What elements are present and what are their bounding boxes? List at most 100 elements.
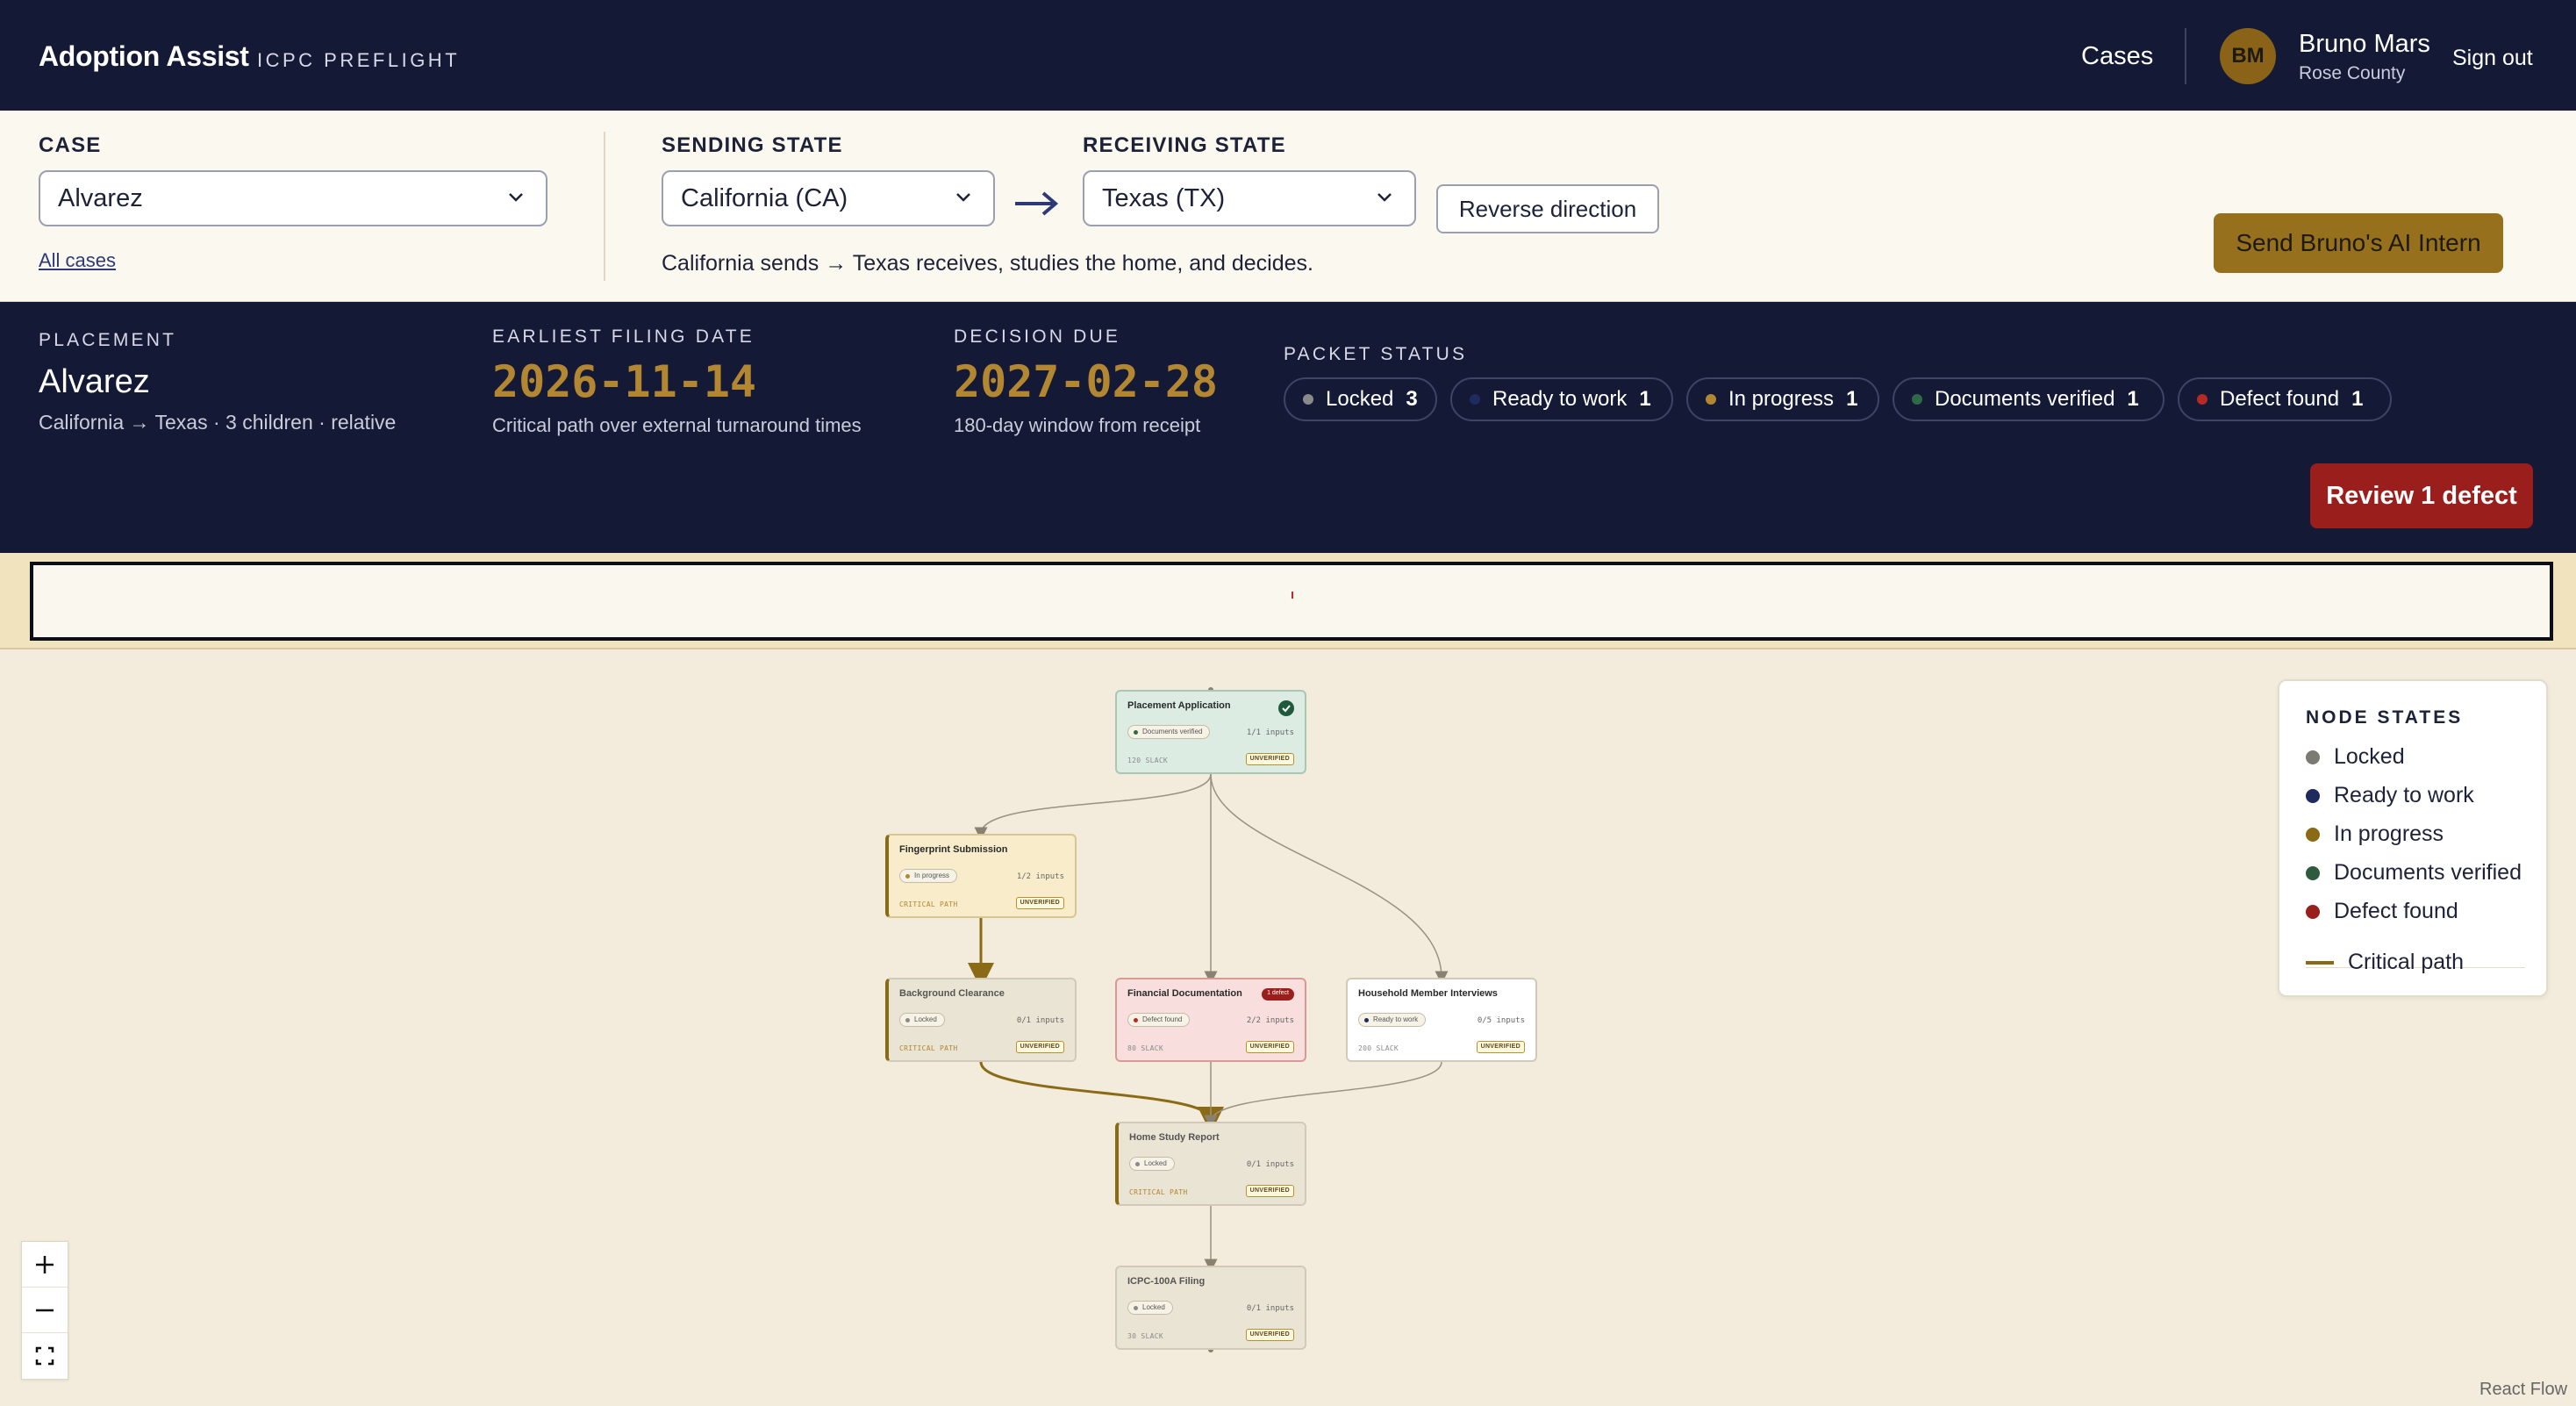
node-fingerprint-submission[interactable]: Fingerprint Submission In progress 1/2 i… bbox=[885, 834, 1077, 918]
sending-state-label: SENDING STATE bbox=[662, 133, 843, 157]
node-state-badge: Locked bbox=[1127, 1301, 1173, 1315]
node-title: Home Study Report bbox=[1129, 1132, 1220, 1143]
direction-description: California sends → Texas receives, studi… bbox=[662, 251, 1313, 276]
chip-count: 1 bbox=[2127, 387, 2139, 411]
placement-summary: PLACEMENT Alvarez California → Texas · 3… bbox=[0, 302, 2576, 553]
chip-count: 1 bbox=[1846, 387, 1858, 411]
edge-background-homestudy bbox=[979, 1061, 1224, 1133]
chip-label: Locked bbox=[1326, 387, 1394, 411]
node-inputs: 0/1 inputs bbox=[1246, 1304, 1294, 1313]
unverified-badge: UNVERIFIED bbox=[1015, 897, 1064, 909]
sign-out-link[interactable]: Sign out bbox=[2452, 46, 2533, 71]
decision-due-note: 180-day window from receipt bbox=[954, 414, 1201, 436]
node-title: ICPC-100A Filing bbox=[1127, 1276, 1206, 1287]
decision-due-label: DECISION DUE bbox=[954, 326, 1121, 347]
defect-count-badge: 1 defect bbox=[1262, 988, 1294, 1001]
node-slack: 80 SLACK bbox=[1127, 1044, 1163, 1052]
zoom-out-button[interactable] bbox=[22, 1288, 68, 1333]
legend-label: Locked bbox=[2334, 744, 2405, 769]
unverified-badge: UNVERIFIED bbox=[1476, 1041, 1525, 1053]
timeline-strip-container bbox=[0, 553, 2576, 649]
chip-count: 1 bbox=[1639, 387, 1651, 411]
direction-arrow-icon bbox=[1015, 191, 1059, 216]
status-chip-in-progress[interactable]: In progress 1 bbox=[1686, 377, 1879, 421]
timeline-marker bbox=[1292, 592, 1293, 599]
sending-state-select[interactable]: California (CA) bbox=[662, 170, 995, 226]
legend-item-defect: Defect found bbox=[2306, 899, 2458, 924]
all-cases-link[interactable]: All cases bbox=[39, 249, 116, 272]
defect-dot-icon bbox=[2197, 394, 2207, 405]
reverse-direction-button[interactable]: Reverse direction bbox=[1436, 184, 1659, 233]
nav-cases-link[interactable]: Cases bbox=[2081, 42, 2153, 71]
status-chip-defect[interactable]: Defect found 1 bbox=[2178, 377, 2392, 421]
unverified-badge: UNVERIFIED bbox=[1245, 1329, 1294, 1341]
fit-view-button[interactable] bbox=[22, 1333, 68, 1379]
node-placement-application[interactable]: Placement Application Documents verified… bbox=[1115, 690, 1306, 774]
placement-label: PLACEMENT bbox=[39, 330, 177, 350]
zoom-controls bbox=[21, 1241, 68, 1380]
legend-title: NODE STATES bbox=[2306, 707, 2464, 728]
legend-label: Defect found bbox=[2334, 899, 2458, 923]
ready-dot-icon bbox=[1470, 394, 1480, 405]
legend-item-critical-path: Critical path bbox=[2306, 950, 2464, 975]
node-inputs: 1/1 inputs bbox=[1246, 728, 1294, 737]
unverified-badge: UNVERIFIED bbox=[1245, 1041, 1294, 1053]
review-defect-button[interactable]: Review 1 defect bbox=[2310, 463, 2533, 528]
chip-count: 3 bbox=[1406, 387, 1418, 411]
timeline-strip[interactable] bbox=[30, 562, 2553, 641]
placement-name: Alvarez bbox=[39, 363, 150, 400]
chevron-down-icon bbox=[1377, 193, 1392, 202]
check-icon bbox=[1278, 700, 1294, 716]
node-slack: CRITICAL PATH bbox=[899, 900, 958, 908]
zoom-in-button[interactable] bbox=[22, 1242, 68, 1288]
unverified-badge: UNVERIFIED bbox=[1245, 1185, 1294, 1197]
node-icpc-filing[interactable]: ICPC-100A Filing Locked 0/1 inputs 30 SL… bbox=[1115, 1266, 1306, 1350]
in-progress-dot-icon bbox=[2306, 827, 2320, 842]
unverified-badge: UNVERIFIED bbox=[1245, 753, 1294, 765]
case-selection-bar: CASE Alvarez All cases SENDING STATE Cal… bbox=[0, 111, 2576, 302]
receiving-state-select[interactable]: Texas (TX) bbox=[1083, 170, 1416, 226]
node-household-interviews[interactable]: Household Member Interviews Ready to wor… bbox=[1346, 978, 1537, 1062]
node-inputs: 0/5 inputs bbox=[1477, 1016, 1525, 1025]
legend-item-locked: Locked bbox=[2306, 744, 2405, 770]
legend-label: In progress bbox=[2334, 821, 2444, 846]
node-inputs: 1/2 inputs bbox=[1016, 872, 1064, 881]
edge-household-homestudy bbox=[1204, 1061, 1442, 1129]
react-flow-attribution[interactable]: React Flow bbox=[2479, 1380, 2567, 1400]
in-progress-dot-icon bbox=[1706, 394, 1716, 405]
node-title: Placement Application bbox=[1127, 700, 1231, 711]
critical-path-line-icon bbox=[2306, 960, 2334, 965]
case-bar-divider bbox=[604, 132, 605, 281]
legend-item-in-progress: In progress bbox=[2306, 821, 2444, 847]
legend-label: Ready to work bbox=[2334, 783, 2474, 807]
node-state-badge: Defect found bbox=[1127, 1013, 1191, 1027]
plus-icon bbox=[36, 1255, 54, 1273]
status-chip-ready[interactable]: Ready to work 1 bbox=[1450, 377, 1673, 421]
fit-view-icon bbox=[35, 1346, 54, 1366]
chip-count: 1 bbox=[2351, 387, 2364, 411]
node-title: Fingerprint Submission bbox=[899, 844, 1008, 855]
legend-label: Critical path bbox=[2348, 950, 2464, 974]
chevron-down-icon bbox=[956, 193, 970, 202]
node-home-study-report[interactable]: Home Study Report Locked 0/1 inputs CRIT… bbox=[1115, 1122, 1306, 1206]
ready-dot-icon bbox=[2306, 788, 2320, 803]
chip-label: In progress bbox=[1728, 387, 1835, 411]
defect-dot-icon bbox=[2306, 904, 2320, 919]
node-state-badge: Locked bbox=[1129, 1157, 1175, 1171]
node-background-clearance[interactable]: Background Clearance Locked 0/1 inputs C… bbox=[885, 978, 1077, 1062]
packet-status-label: PACKET STATUS bbox=[1284, 344, 1468, 364]
chip-label: Ready to work bbox=[1492, 387, 1628, 411]
filing-date-note: Critical path over external turnaround t… bbox=[492, 414, 862, 436]
app-brand[interactable]: Adoption Assist bbox=[39, 40, 249, 73]
flow-canvas[interactable]: Placement Application Documents verified… bbox=[0, 649, 2576, 1406]
node-inputs: 2/2 inputs bbox=[1246, 1016, 1294, 1025]
legend-item-ready: Ready to work bbox=[2306, 783, 2474, 808]
status-chip-locked[interactable]: Locked 3 bbox=[1284, 377, 1437, 421]
send-ai-intern-button[interactable]: Send Bruno's AI Intern bbox=[2214, 213, 2503, 273]
locked-dot-icon bbox=[2306, 750, 2320, 764]
locked-dot-icon bbox=[1303, 394, 1313, 405]
case-select[interactable]: Alvarez bbox=[39, 170, 547, 226]
node-financial-documentation[interactable]: Financial Documentation 1 defect Defect … bbox=[1115, 978, 1306, 1062]
status-chip-verified[interactable]: Documents verified 1 bbox=[1893, 377, 2165, 421]
chevron-down-icon bbox=[509, 193, 523, 202]
